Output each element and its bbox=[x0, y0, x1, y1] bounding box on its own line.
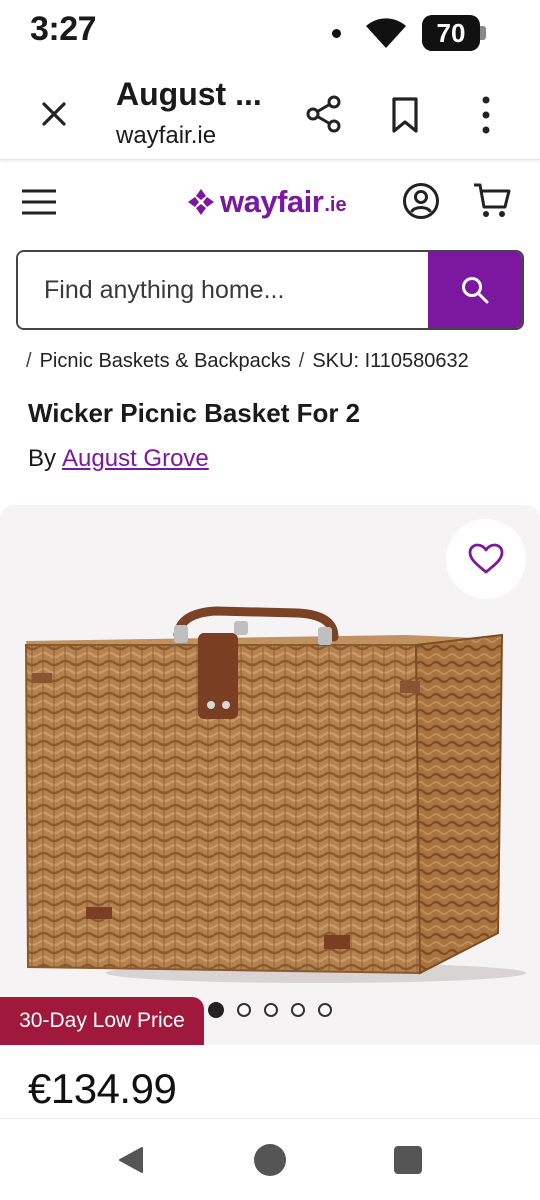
breadcrumb-separator: / bbox=[26, 350, 32, 372]
battery-icon: 70 bbox=[422, 15, 486, 51]
status-bar: 3:27 70 bbox=[0, 0, 540, 62]
sku-label: SKU: I110580632 bbox=[312, 350, 469, 372]
overflow-menu-icon[interactable] bbox=[476, 94, 496, 136]
carousel-dot[interactable] bbox=[237, 1003, 251, 1017]
tab-title: August ... bbox=[116, 76, 262, 112]
share-icon[interactable] bbox=[304, 94, 344, 134]
account-icon[interactable] bbox=[402, 182, 440, 220]
battery-level: 70 bbox=[436, 18, 466, 48]
carousel-dot[interactable] bbox=[264, 1003, 278, 1017]
search-button[interactable] bbox=[428, 252, 522, 328]
carousel-indicator bbox=[208, 1002, 332, 1019]
wayfair-pinwheel-icon bbox=[188, 189, 214, 215]
heart-icon bbox=[468, 543, 504, 574]
carousel-dot[interactable] bbox=[291, 1003, 305, 1017]
notification-dot-icon bbox=[332, 29, 341, 38]
breadcrumb-link-category[interactable]: Picnic Baskets & Backpacks bbox=[40, 350, 291, 372]
hamburger-menu-icon[interactable] bbox=[22, 188, 56, 216]
logo-text: wayfair bbox=[220, 184, 324, 219]
tab-url: wayfair.ie bbox=[116, 122, 217, 149]
close-icon[interactable] bbox=[36, 96, 72, 132]
price-badge: 30-Day Low Price bbox=[0, 997, 204, 1045]
breadcrumb: / Picnic Baskets & Backpacks / SKU: I110580… bbox=[26, 350, 469, 373]
product-image-carousel[interactable] bbox=[0, 505, 540, 1045]
search-bar bbox=[16, 250, 524, 330]
by-label: By bbox=[28, 445, 57, 472]
product-price: €134.99 bbox=[28, 1065, 177, 1112]
wifi-icon bbox=[366, 18, 406, 48]
cart-icon[interactable] bbox=[472, 180, 512, 220]
back-icon[interactable] bbox=[116, 1145, 146, 1175]
product-title: Wicker Picnic Basket For 2 bbox=[28, 398, 361, 428]
search-icon bbox=[462, 277, 489, 304]
product-byline: By August Grove bbox=[28, 445, 209, 473]
system-navigation-bar bbox=[0, 1118, 540, 1200]
carousel-dot[interactable] bbox=[318, 1003, 332, 1017]
breadcrumb-separator: / bbox=[298, 350, 305, 372]
wayfair-logo[interactable]: wayfair .ie bbox=[186, 182, 347, 222]
carousel-dot-active[interactable] bbox=[208, 1002, 224, 1018]
logo-tld: .ie bbox=[324, 193, 347, 216]
favorite-button[interactable] bbox=[446, 519, 526, 599]
search-input[interactable] bbox=[18, 252, 432, 328]
wicker-basket-image bbox=[24, 606, 526, 983]
recents-icon[interactable] bbox=[394, 1146, 422, 1174]
brand-link[interactable]: August Grove bbox=[62, 445, 209, 472]
home-icon[interactable] bbox=[254, 1144, 286, 1176]
status-time: 3:27 bbox=[30, 10, 97, 48]
browser-toolbar: August ... wayfair.ie bbox=[0, 62, 540, 160]
site-header: wayfair .ie bbox=[0, 160, 540, 244]
bookmark-icon[interactable] bbox=[388, 96, 422, 134]
